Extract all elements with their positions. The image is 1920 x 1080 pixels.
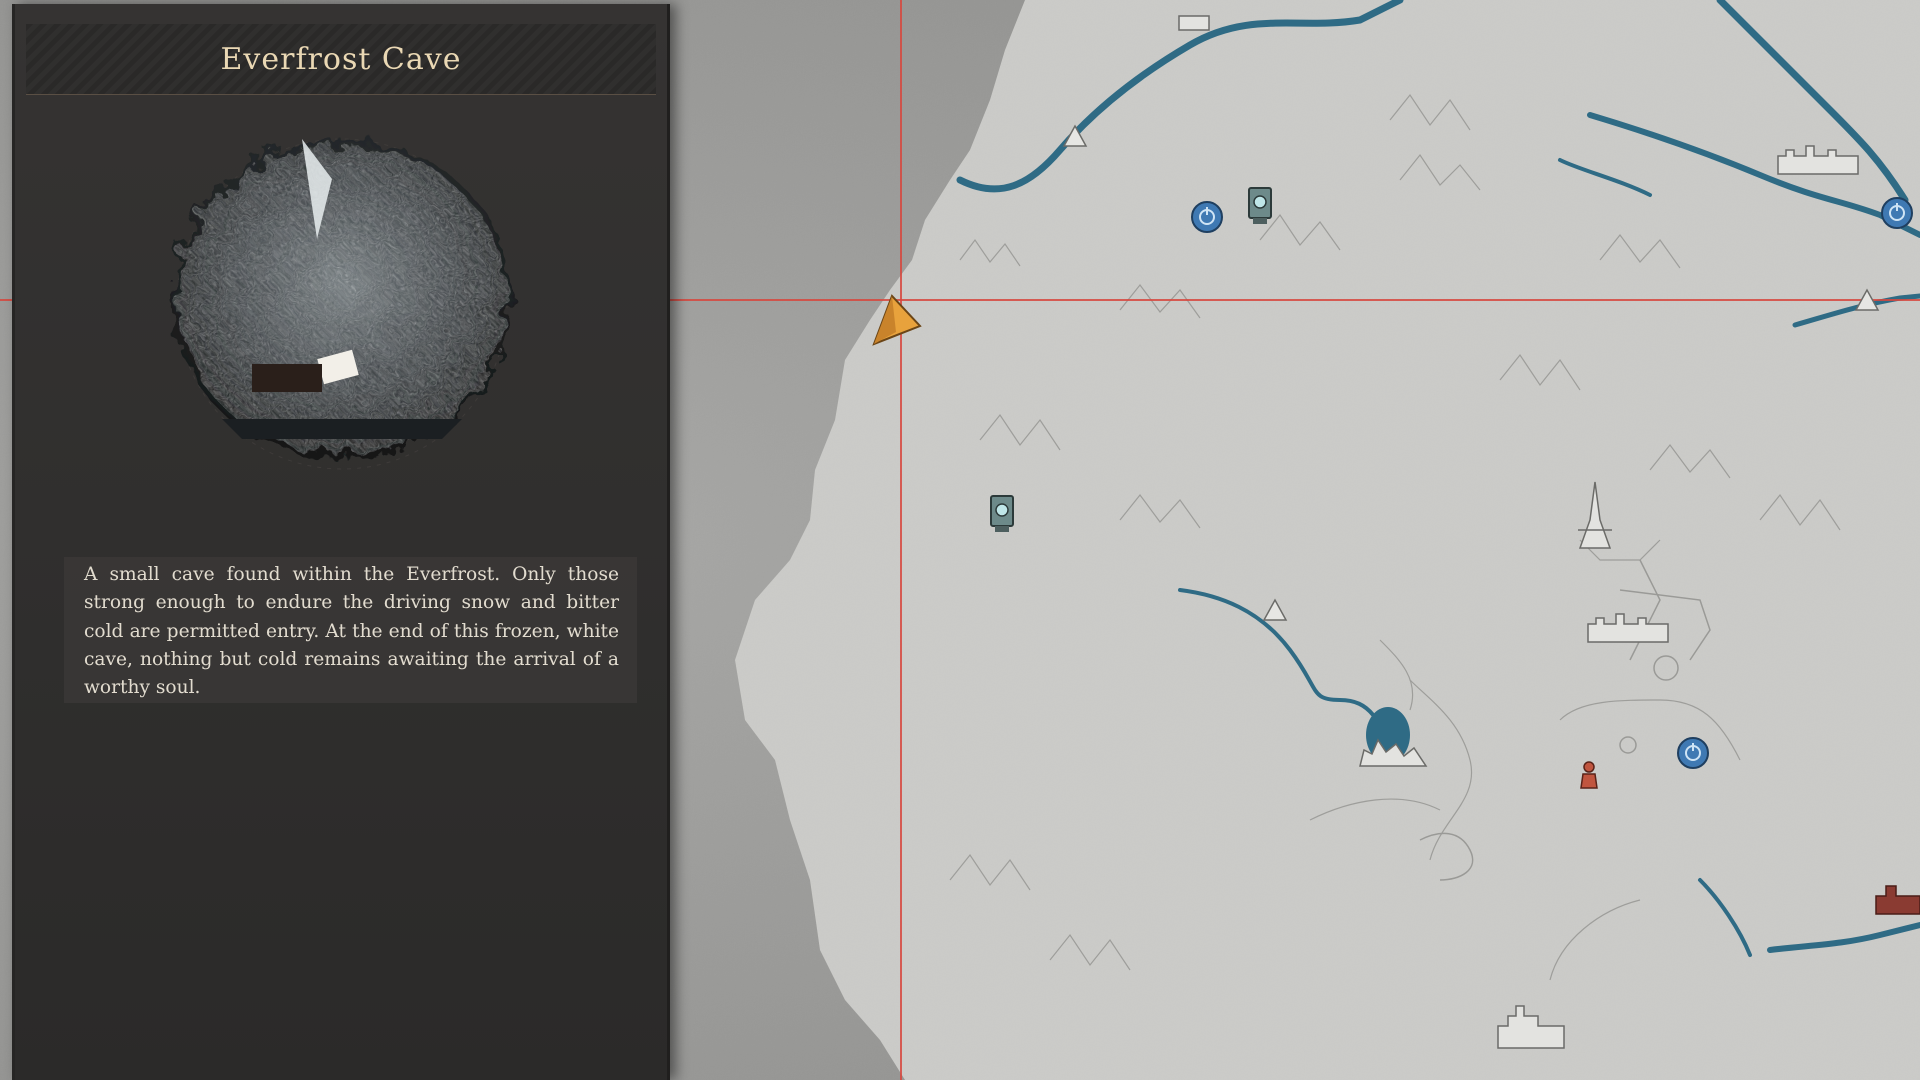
castle-icon[interactable] <box>1776 142 1860 176</box>
waystone-icon[interactable] <box>1246 186 1274 226</box>
location-info-panel: Everfrost Cave A small cave found within… <box>12 4 670 1080</box>
camp-icon[interactable] <box>1260 594 1290 624</box>
location-title: Everfrost Cave <box>220 41 462 77</box>
castle-icon[interactable] <box>1586 610 1670 644</box>
tower-icon[interactable] <box>1570 480 1620 550</box>
ruin-icon[interactable] <box>1358 732 1428 768</box>
waystone-icon[interactable] <box>988 494 1016 534</box>
crosshair-vertical <box>900 0 902 1080</box>
npc-figure-icon[interactable] <box>1578 760 1600 790</box>
waypoint-icon[interactable] <box>1676 736 1710 770</box>
ruin-icon[interactable] <box>1176 10 1212 32</box>
castle-icon[interactable] <box>1874 880 1920 916</box>
waypoint-icon[interactable] <box>1190 200 1224 234</box>
location-artwork <box>172 138 512 470</box>
camp-icon[interactable] <box>1852 284 1882 314</box>
description-box: A small cave found within the Everfrost.… <box>64 557 637 703</box>
waypoint-icon[interactable] <box>1880 196 1914 230</box>
player-arrow-icon <box>872 294 922 346</box>
title-bar: Everfrost Cave <box>26 24 656 95</box>
camp-icon[interactable] <box>1060 120 1090 150</box>
castle-icon[interactable] <box>1496 1002 1566 1050</box>
location-description: A small cave found within the Everfrost.… <box>84 564 619 699</box>
